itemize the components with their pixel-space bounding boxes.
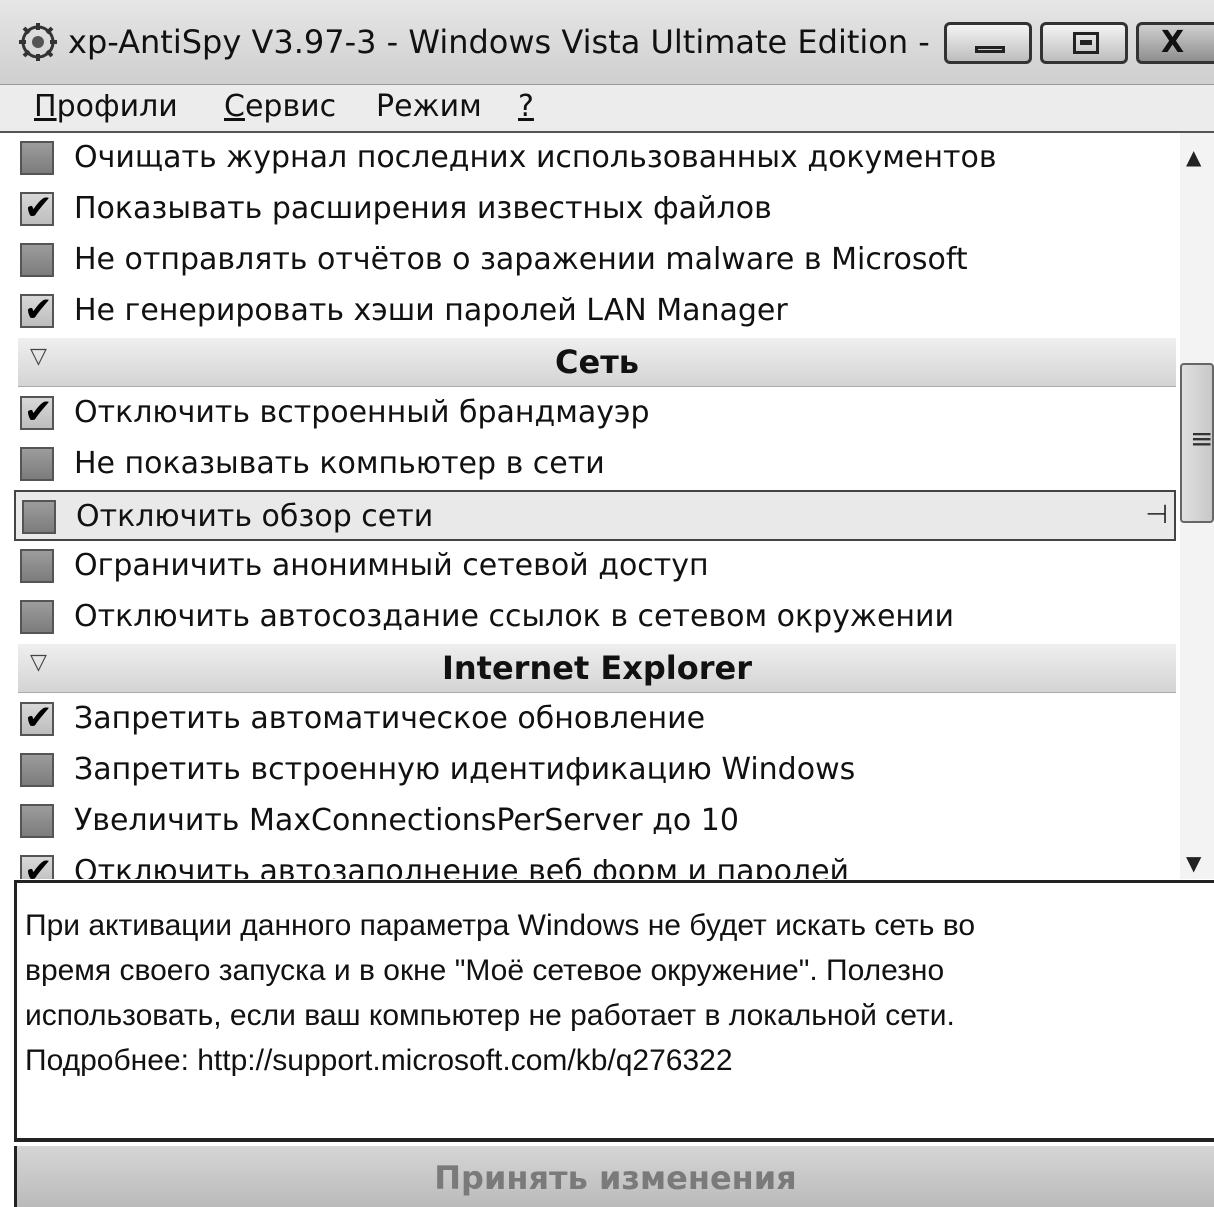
- group-header[interactable]: ▽ Internet Explorer: [18, 644, 1176, 693]
- apply-changes-label: Принять изменения: [434, 1159, 797, 1197]
- pin-icon[interactable]: ⊣: [1145, 500, 1168, 530]
- menu-accel: П: [34, 89, 57, 124]
- list-item[interactable]: Ограничить анонимный сетевой доступ: [14, 541, 1176, 592]
- checkmark-icon: ✔: [24, 188, 53, 228]
- list-item[interactable]: Очищать журнал последних использованных …: [14, 133, 1176, 184]
- title-bar[interactable]: xp-AntiSpy V3.97-3 - Windows Vista Ultim…: [0, 0, 1214, 85]
- group-title: Internet Explorer: [441, 649, 752, 687]
- checkbox[interactable]: ✔: [20, 188, 54, 228]
- list-item[interactable]: Отключить автосоздание ссылок в сетевом …: [14, 592, 1176, 643]
- scroll-down-icon[interactable]: ▼: [1186, 851, 1201, 875]
- list-item-label: Отключить обзор сети: [76, 499, 434, 534]
- checkbox[interactable]: [20, 243, 54, 277]
- checkbox[interactable]: [22, 500, 56, 534]
- description-line: время своего запуска и в окне "Моё сетев…: [25, 954, 945, 987]
- scroll-up-icon[interactable]: ▲: [1186, 145, 1201, 169]
- list-item[interactable]: Не отправлять отчётов о заражении malwar…: [14, 235, 1176, 286]
- checkmark-icon: ✔: [24, 851, 53, 879]
- checkbox[interactable]: [20, 753, 54, 787]
- list-item[interactable]: ✔ Показывать расширения известных файлов: [14, 184, 1176, 235]
- list-item-label: Увеличить MaxConnectionsPerServer до 10: [74, 803, 739, 838]
- checkbox[interactable]: [20, 141, 54, 175]
- grip-icon: ≡: [1190, 422, 1214, 455]
- apply-changes-button[interactable]: Принять изменения: [14, 1146, 1214, 1207]
- menu-label: рофили: [56, 89, 178, 124]
- list-item-label: Отключить автосоздание ссылок в сетевом …: [74, 599, 955, 634]
- list-item-label: Не отправлять отчётов о заражении malwar…: [74, 242, 968, 277]
- list-item-label: Не генерировать хэши паролей LAN Manager: [74, 293, 788, 328]
- menu-mode[interactable]: Режим: [376, 87, 482, 127]
- list-item-label: Ограничить анонимный сетевой доступ: [74, 548, 709, 583]
- menu-profiles[interactable]: Профили: [34, 87, 178, 127]
- window-title: xp-AntiSpy V3.97-3 - Windows Vista Ultim…: [68, 23, 930, 61]
- scroll-thumb[interactable]: ≡: [1180, 363, 1214, 523]
- menu-accel: С: [224, 89, 245, 124]
- maximize-button[interactable]: [1040, 22, 1128, 64]
- list-item-label: Отключить автозаполнение веб форм и паро…: [74, 854, 850, 879]
- list-item[interactable]: Не показывать компьютер в сети: [14, 439, 1176, 490]
- list-item-label: Не показывать компьютер в сети: [74, 446, 605, 481]
- description-text: При активации данного параметра Windows …: [25, 903, 1205, 1083]
- menu-accel: ?: [518, 89, 534, 124]
- minimize-button[interactable]: [944, 22, 1032, 64]
- checkbox[interactable]: [20, 600, 54, 634]
- minimize-icon: [975, 46, 1005, 53]
- menu-label: ервис: [244, 89, 337, 124]
- maximize-icon: [1073, 32, 1099, 54]
- list-item-label: Отключить встроенный брандмауэр: [74, 395, 650, 430]
- checkbox[interactable]: [20, 549, 54, 583]
- checkbox[interactable]: ✔: [20, 392, 54, 432]
- close-button[interactable]: X: [1136, 22, 1214, 64]
- list-item-label: Показывать расширения известных файлов: [74, 191, 772, 226]
- list-item-label: Запретить встроенную идентификацию Windo…: [74, 752, 856, 787]
- menu-bar: Профили Сервис Режим ?: [0, 85, 1214, 133]
- description-line: использовать, если ваш компьютер не рабо…: [25, 999, 955, 1032]
- checkbox[interactable]: ✔: [20, 290, 54, 330]
- checkbox[interactable]: [20, 447, 54, 481]
- menu-label: Режим: [376, 89, 482, 124]
- close-icon: X: [1161, 25, 1185, 60]
- group-title: Сеть: [555, 343, 639, 381]
- description-line: При активации данного параметра Windows …: [25, 909, 976, 942]
- settings-list[interactable]: Очищать журнал последних использованных …: [14, 133, 1179, 879]
- list-item[interactable]: ✔ Отключить автозаполнение веб форм и пар…: [14, 847, 1176, 879]
- checkmark-icon: ✔: [24, 392, 53, 432]
- description-panel: При активации данного параметра Windows …: [14, 880, 1214, 1142]
- list-item[interactable]: ✔ Запретить автоматическое обновление: [14, 694, 1176, 745]
- list-item[interactable]: Запретить встроенную идентификацию Windo…: [14, 745, 1176, 796]
- checkmark-icon: ✔: [24, 290, 53, 330]
- list-item[interactable]: Увеличить MaxConnectionsPerServer до 10: [14, 796, 1176, 847]
- checkbox[interactable]: ✔: [20, 698, 54, 738]
- menu-help[interactable]: ?: [518, 87, 534, 127]
- group-header[interactable]: ▽ Сеть: [18, 338, 1176, 387]
- checkmark-icon: ✔: [24, 698, 53, 738]
- list-item[interactable]: ✔ Не генерировать хэши паролей LAN Manage…: [14, 286, 1176, 337]
- description-line: Подробнее: http://support.microsoft.com/…: [25, 1044, 733, 1077]
- menu-service[interactable]: Сервис: [224, 87, 336, 127]
- vertical-scrollbar[interactable]: ▲ ≡ ▼: [1180, 133, 1214, 879]
- checkbox[interactable]: ✔: [20, 851, 54, 879]
- list-item[interactable]: Отключить обзор сети ⊣: [14, 490, 1176, 541]
- app-icon: [19, 23, 57, 61]
- list-item[interactable]: ✔ Отключить встроенный брандмауэр: [14, 388, 1176, 439]
- list-item-label: Запретить автоматическое обновление: [74, 701, 706, 736]
- list-item-label: Очищать журнал последних использованных …: [74, 140, 997, 175]
- checkbox[interactable]: [20, 804, 54, 838]
